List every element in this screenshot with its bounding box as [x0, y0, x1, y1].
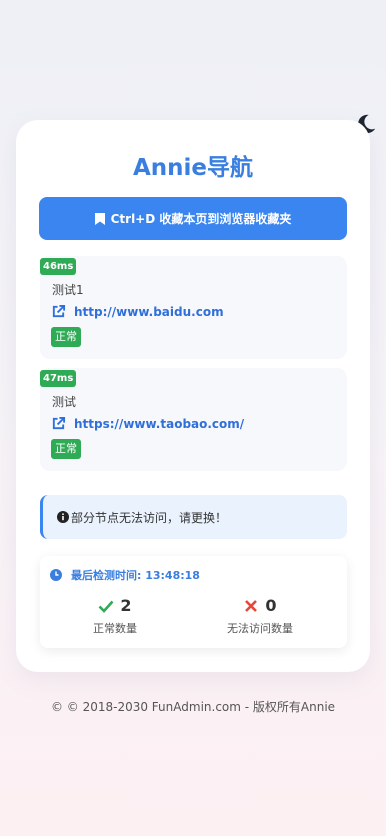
- external-link-icon: [52, 304, 66, 318]
- bookmark-button[interactable]: Ctrl+D 收藏本页到浏览器收藏夹: [39, 197, 347, 240]
- site-card: 47ms 测试 https://www.taobao.com/ 正常: [40, 368, 347, 471]
- footer-copyright: © © 2018-2030 FunAdmin.com - 版权所有Annie: [50, 700, 336, 714]
- latency-badge: 46ms: [40, 258, 77, 275]
- ok-count: 2: [120, 596, 132, 615]
- site-link[interactable]: https://www.taobao.com/: [51, 416, 244, 431]
- check-time-label: 最后检测时间: 13:48:18: [71, 569, 200, 582]
- bookmark-icon: [94, 212, 105, 225]
- latency-badge: 47ms: [40, 370, 77, 387]
- bad-label: 无法访问数量: [227, 622, 293, 635]
- bookmark-button-label: Ctrl+D 收藏本页到浏览器收藏夹: [110, 212, 292, 226]
- site-url: https://www.taobao.com/: [74, 416, 245, 431]
- warning-alert: 部分节点无法访问，请更换！: [40, 495, 347, 539]
- cross-icon: [245, 599, 258, 612]
- page-title: Annie导航: [132, 155, 254, 181]
- site-url: http://www.baidu.com: [74, 304, 224, 319]
- status-badge: 正常: [51, 327, 81, 347]
- ok-label: 正常数量: [93, 622, 137, 635]
- alert-text: 部分节点无法访问，请更换！: [71, 510, 228, 525]
- info-circle-icon: [57, 511, 69, 523]
- site-card: 46ms 测试1 http://www.baidu.com 正常: [40, 256, 347, 359]
- site-name: 测试1: [52, 283, 84, 297]
- site-link[interactable]: http://www.baidu.com: [51, 304, 224, 319]
- external-link-icon: [52, 416, 66, 430]
- ok-stat: 2 正常数量: [45, 596, 185, 636]
- status-badge: 正常: [51, 439, 81, 459]
- site-name: 测试: [52, 395, 77, 409]
- check-time: 最后检测时间: 13:48:18: [50, 567, 200, 583]
- bad-count: 0: [265, 596, 277, 615]
- stats-panel: 最后检测时间: 13:48:18 2 正常数量 0 无法访问数量: [40, 556, 347, 648]
- bad-stat: 0 无法访问数量: [190, 596, 330, 636]
- clock-icon: [50, 569, 62, 581]
- check-icon: [99, 600, 114, 613]
